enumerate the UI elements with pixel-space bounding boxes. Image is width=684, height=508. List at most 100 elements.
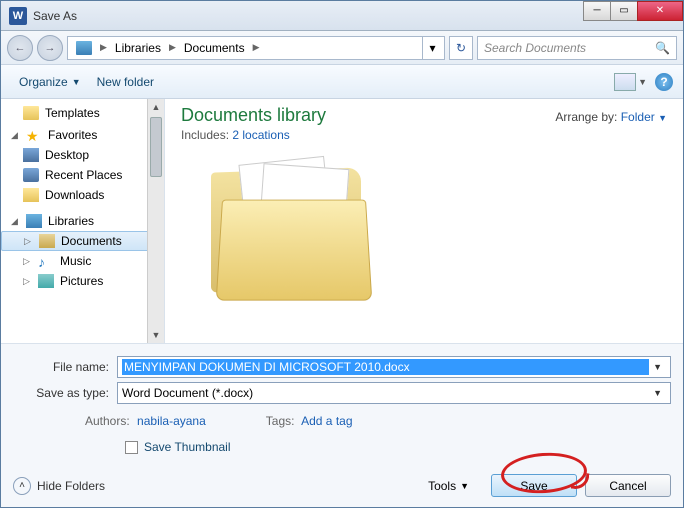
- hide-folders-label: Hide Folders: [37, 479, 105, 493]
- saveastype-select[interactable]: Word Document (*.docx) ▼: [117, 382, 671, 404]
- scroll-thumb[interactable]: [150, 117, 162, 177]
- scroll-up-icon[interactable]: ▲: [148, 99, 164, 115]
- back-button[interactable]: ←: [7, 35, 33, 61]
- breadcrumb[interactable]: ▶ Libraries ▶ Documents ▶ ▾: [67, 36, 445, 60]
- saveastype-value: Word Document (*.docx): [122, 386, 649, 400]
- scroll-down-icon[interactable]: ▼: [148, 327, 164, 343]
- footer: ˄ Hide Folders Tools ▼ Save Cancel: [1, 468, 683, 507]
- sidebar-item-recent[interactable]: Recent Places: [1, 165, 164, 185]
- toolbar: Organize▼ New folder ▼ ?: [1, 65, 683, 99]
- crumb-documents[interactable]: Documents: [178, 37, 251, 59]
- includes-link[interactable]: 2 locations: [232, 128, 289, 142]
- tree-expand-icon[interactable]: ▷: [23, 276, 32, 287]
- new-folder-button[interactable]: New folder: [89, 71, 162, 93]
- pictures-icon: [38, 274, 54, 288]
- organize-button[interactable]: Organize▼: [11, 71, 89, 93]
- documents-icon: [39, 234, 55, 248]
- authors-label: Authors:: [85, 414, 130, 428]
- tree-collapse-icon[interactable]: ◢: [11, 130, 20, 141]
- library-title: Documents library: [181, 105, 326, 126]
- maximize-button[interactable]: ▭: [610, 1, 638, 21]
- libraries-icon: [26, 214, 42, 228]
- save-button[interactable]: Save: [491, 474, 577, 497]
- sidebar-item-downloads[interactable]: Downloads: [1, 185, 164, 205]
- tree-collapse-icon[interactable]: ◢: [11, 216, 20, 227]
- forward-button[interactable]: →: [37, 35, 63, 61]
- tags-value: Add a tag: [301, 414, 352, 428]
- sidebar-item-label: Downloads: [45, 188, 104, 202]
- includes-label: Includes:: [181, 128, 229, 142]
- arrange-by[interactable]: Arrange by: Folder ▼: [555, 110, 667, 124]
- sidebar-item-label: Favorites: [48, 128, 97, 142]
- sidebar-item-label: Recent Places: [45, 168, 122, 182]
- tree-expand-icon[interactable]: ▷: [24, 236, 33, 247]
- desktop-icon: [23, 148, 39, 162]
- save-thumbnail-row[interactable]: Save Thumbnail: [13, 432, 671, 462]
- chevron-down-icon[interactable]: ▼: [649, 388, 666, 398]
- music-icon: ♪: [38, 254, 54, 268]
- help-button[interactable]: ?: [655, 73, 673, 91]
- close-button[interactable]: ✕: [637, 1, 683, 21]
- sidebar-item-label: Desktop: [45, 148, 89, 162]
- cancel-button[interactable]: Cancel: [585, 474, 671, 497]
- recent-icon: [23, 168, 39, 182]
- app-icon: W: [9, 7, 27, 25]
- content-pane: Documents library Arrange by: Folder ▼ I…: [165, 99, 683, 343]
- tree-expand-icon[interactable]: ▷: [23, 256, 32, 267]
- folder-preview-icon: [211, 160, 371, 310]
- arrange-label: Arrange by:: [555, 110, 617, 124]
- tools-label: Tools: [428, 479, 456, 493]
- chevron-down-icon[interactable]: ▼: [638, 77, 647, 87]
- search-input[interactable]: Search Documents 🔍: [477, 36, 677, 60]
- body: Templates ◢ ★ Favorites Desktop Recent Pla…: [1, 99, 683, 343]
- window-title: Save As: [33, 9, 584, 23]
- chevron-up-icon: ˄: [13, 477, 31, 495]
- sidebar-item-documents[interactable]: ▷ Documents: [1, 231, 164, 251]
- save-thumbnail-checkbox[interactable]: [125, 441, 138, 454]
- sidebar: Templates ◢ ★ Favorites Desktop Recent Pla…: [1, 99, 165, 343]
- folder-icon: [23, 106, 39, 120]
- sidebar-item-libraries[interactable]: ◢ Libraries: [1, 211, 164, 231]
- sidebar-item-label: Pictures: [60, 274, 103, 288]
- libraries-icon: [76, 41, 92, 55]
- search-placeholder: Search Documents: [484, 41, 586, 55]
- chevron-down-icon: ▼: [460, 481, 469, 491]
- includes-row: Includes: 2 locations: [181, 128, 667, 142]
- star-icon: ★: [26, 128, 42, 142]
- sidebar-scrollbar[interactable]: ▲ ▼: [147, 99, 164, 343]
- sidebar-item-music[interactable]: ▷ ♪ Music: [1, 251, 164, 271]
- sidebar-item-desktop[interactable]: Desktop: [1, 145, 164, 165]
- chevron-down-icon[interactable]: ▼: [649, 362, 666, 372]
- authors-field[interactable]: Authors: nabila-ayana: [85, 414, 206, 428]
- minimize-button[interactable]: ─: [583, 1, 611, 21]
- chevron-right-icon: ▶: [98, 42, 109, 53]
- sidebar-item-pictures[interactable]: ▷ Pictures: [1, 271, 164, 291]
- breadcrumb-dropdown[interactable]: ▾: [422, 37, 442, 59]
- hide-folders-button[interactable]: ˄ Hide Folders: [13, 477, 105, 495]
- tags-label: Tags:: [266, 414, 295, 428]
- filename-label: File name:: [13, 360, 117, 374]
- sidebar-item-label: Documents: [61, 234, 122, 248]
- tags-field[interactable]: Tags: Add a tag: [266, 414, 353, 428]
- sidebar-item-label: Libraries: [48, 214, 94, 228]
- filename-value: MENYIMPAN DOKUMEN DI MICROSOFT 2010.docx: [122, 359, 649, 375]
- save-thumbnail-label: Save Thumbnail: [144, 440, 231, 454]
- arrange-value[interactable]: Folder: [621, 110, 655, 124]
- saveastype-label: Save as type:: [13, 386, 117, 400]
- crumb-libraries[interactable]: Libraries: [109, 37, 167, 59]
- downloads-icon: [23, 188, 39, 202]
- refresh-button[interactable]: ↻: [449, 36, 473, 60]
- chevron-right-icon: ▶: [251, 42, 262, 53]
- sidebar-item-templates[interactable]: Templates: [1, 103, 164, 123]
- chevron-right-icon: ▶: [167, 42, 178, 53]
- tools-button[interactable]: Tools ▼: [428, 479, 469, 493]
- title-bar: W Save As ─ ▭ ✕: [1, 1, 683, 31]
- chevron-down-icon: ▼: [658, 113, 667, 123]
- view-button[interactable]: [614, 73, 636, 91]
- sidebar-item-label: Music: [60, 254, 91, 268]
- save-form: File name: MENYIMPAN DOKUMEN DI MICROSOF…: [1, 343, 683, 468]
- sidebar-item-label: Templates: [45, 106, 100, 120]
- filename-input[interactable]: MENYIMPAN DOKUMEN DI MICROSOFT 2010.docx…: [117, 356, 671, 378]
- authors-value: nabila-ayana: [137, 414, 206, 428]
- sidebar-item-favorites[interactable]: ◢ ★ Favorites: [1, 125, 164, 145]
